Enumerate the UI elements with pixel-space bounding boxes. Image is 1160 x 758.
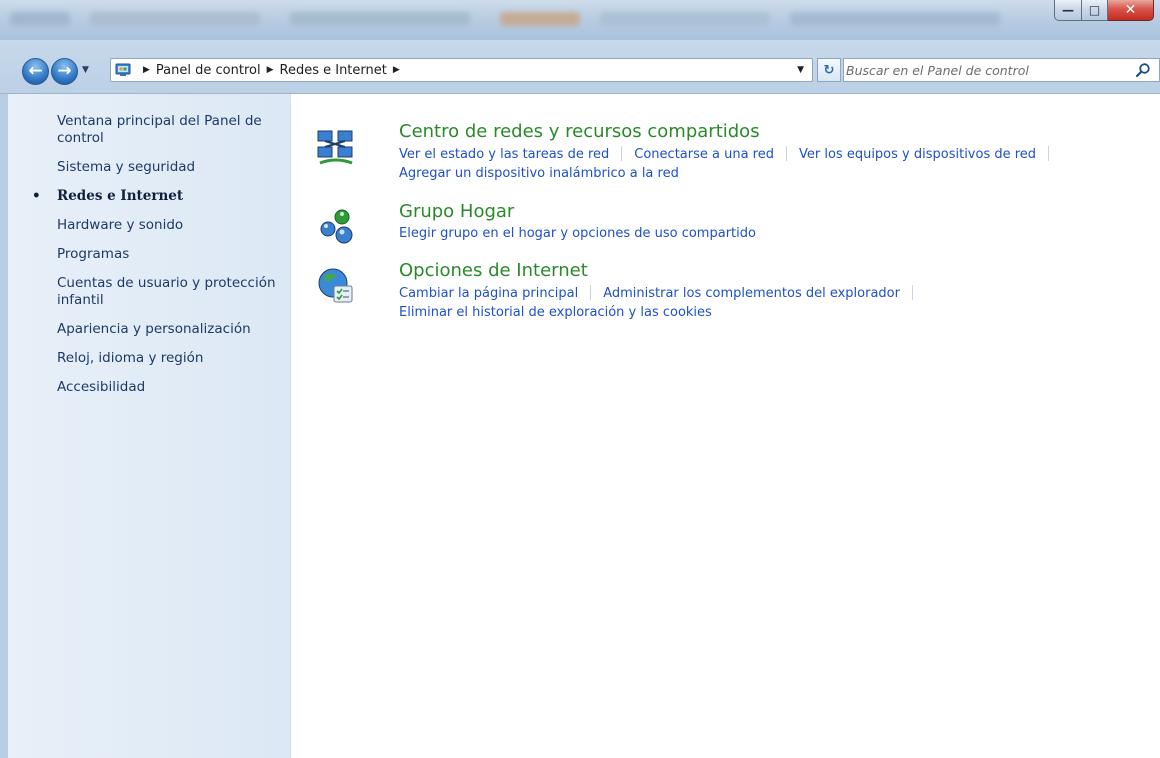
link-separator <box>786 146 787 161</box>
link-ver-equipos-dispositivos-red[interactable]: Ver los equipos y dispositivos de red <box>799 147 1036 162</box>
link-separator <box>621 146 623 161</box>
refresh-button[interactable]: ↻ <box>817 58 841 82</box>
pane-edge <box>0 94 8 758</box>
link-agregar-dispositivo-inalambrico[interactable]: Agregar un dispositivo inalámbrico a la … <box>399 166 679 181</box>
internet-options-icon <box>318 268 353 303</box>
section-title[interactable]: Grupo Hogar <box>399 201 514 222</box>
close-button[interactable]: ✕ <box>1108 0 1154 21</box>
homegroup-icon <box>320 209 353 244</box>
main-content: Centro de redes y recursos compartidos V… <box>292 94 1160 758</box>
forward-button[interactable]: → <box>51 58 78 85</box>
search-icon[interactable] <box>1135 62 1151 78</box>
link-conectarse-a-una-red[interactable]: Conectarse a una red <box>634 147 774 162</box>
network-center-icon <box>317 130 353 165</box>
link-cambiar-pagina-principal[interactable]: Cambiar la página principal <box>399 286 578 301</box>
link-separator <box>1048 146 1050 161</box>
navigation-bar: ← → ▼ ▶ Panel de control ▶ Redes e Inter… <box>0 40 1160 94</box>
control-panel-categories: Ventana principal del Panel de control S… <box>32 113 282 408</box>
minimize-button[interactable]: — <box>1054 0 1082 21</box>
sidebar-item-label: Redes e Internet <box>57 188 184 204</box>
link-separator <box>590 285 592 300</box>
section-title[interactable]: Opciones de Internet <box>399 260 588 281</box>
blurred-taskbar-item <box>600 12 770 26</box>
blurred-taskbar-item <box>10 12 70 26</box>
breadcrumb-separator-icon[interactable]: ▶ <box>393 65 400 75</box>
link-separator <box>911 285 913 300</box>
search-input[interactable] <box>846 60 1135 80</box>
window-controls: — □ ✕ <box>1054 0 1154 22</box>
breadcrumb-redes-e-internet[interactable]: Redes e Internet <box>280 63 387 78</box>
link-eliminar-historial[interactable]: Eliminar el historial de exploración y l… <box>399 305 712 320</box>
sidebar-item-redes-e-internet[interactable]: • Redes e Internet <box>32 188 282 205</box>
maximize-button[interactable]: □ <box>1082 0 1108 21</box>
link-ver-estado-tareas-red[interactable]: Ver el estado y las tareas de red <box>399 147 609 162</box>
link-administrar-complementos[interactable]: Administrar los complementos del explora… <box>603 286 900 301</box>
section-links-line: Eliminar el historial de exploración y l… <box>399 305 712 320</box>
sidebar-item-reloj-idioma-region[interactable]: Reloj, idioma y región <box>57 350 282 367</box>
control-panel-icon <box>115 63 131 76</box>
back-button[interactable]: ← <box>22 58 49 85</box>
search-box[interactable] <box>843 58 1160 82</box>
sidebar-item-sistema-y-seguridad[interactable]: Sistema y seguridad <box>57 159 282 176</box>
current-item-bullet-icon: • <box>32 188 41 204</box>
address-dropdown-icon[interactable]: ▼ <box>797 65 804 75</box>
breadcrumb-separator-icon[interactable]: ▶ <box>267 65 274 75</box>
section-title[interactable]: Centro de redes y recursos compartidos <box>399 121 760 142</box>
sidebar-item-hardware-y-sonido[interactable]: Hardware y sonido <box>57 217 282 234</box>
sidebar-item-cuentas-de-usuario[interactable]: Cuentas de usuario y protección infantil <box>57 275 282 309</box>
blurred-taskbar-item <box>500 12 580 26</box>
sidebar-item-programas[interactable]: Programas <box>57 246 282 263</box>
link-elegir-grupo-hogar[interactable]: Elegir grupo en el hogar y opciones de u… <box>399 226 756 241</box>
section-links-line: Elegir grupo en el hogar y opciones de u… <box>399 226 756 241</box>
left-navigation-pane: Ventana principal del Panel de control S… <box>0 94 291 758</box>
blurred-taskbar-item <box>790 12 1000 26</box>
section-links-line: Agregar un dispositivo inalámbrico a la … <box>399 166 679 181</box>
section-links-line: Ver el estado y las tareas de red Conecta… <box>399 146 1061 162</box>
blurred-taskbar-item <box>90 12 260 26</box>
title-bar: — □ ✕ <box>0 0 1160 40</box>
address-bar[interactable]: ▶ Panel de control ▶ Redes e Internet ▶ … <box>110 58 813 82</box>
sidebar-item-apariencia[interactable]: Apariencia y personalización <box>57 321 282 338</box>
breadcrumb-separator-icon[interactable]: ▶ <box>143 65 150 75</box>
sidebar-item-ventana-principal[interactable]: Ventana principal del Panel de control <box>57 113 282 147</box>
sidebar-item-accesibilidad[interactable]: Accesibilidad <box>57 379 282 396</box>
section-links-line: Cambiar la página principal Administrar l… <box>399 285 925 301</box>
breadcrumb-panel-de-control[interactable]: Panel de control <box>156 63 261 78</box>
blurred-taskbar-item <box>290 12 470 26</box>
recent-pages-dropdown[interactable]: ▼ <box>82 65 89 75</box>
